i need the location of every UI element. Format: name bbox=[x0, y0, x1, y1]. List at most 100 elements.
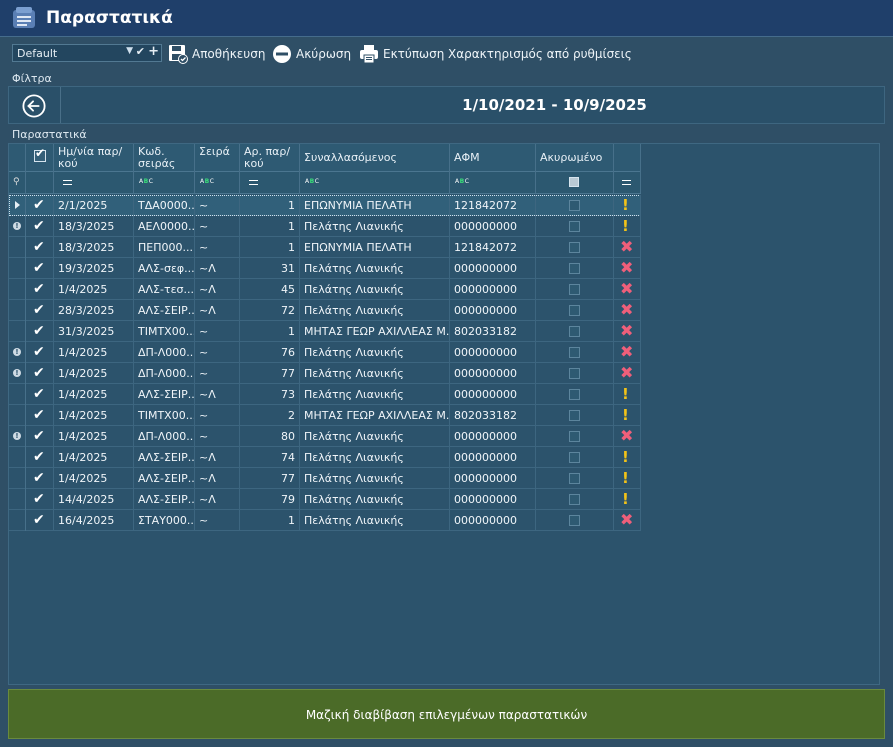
row-select-cell[interactable]: ✔ bbox=[26, 405, 54, 426]
table-row[interactable]: ✔ 1/4/2025 ΑΛΣ-ΣΕΙΡ... ~Λ 77 Πελάτης Λιανικής… bbox=[9, 468, 641, 489]
cancelled-checkbox[interactable] bbox=[569, 263, 580, 274]
settings-characterization-button[interactable]: Χαρακτηρισμός από ρυθμίσεις bbox=[448, 43, 632, 65]
cancelled-checkbox[interactable] bbox=[569, 410, 580, 421]
row-header[interactable]: ! bbox=[9, 216, 26, 237]
row-select-cell[interactable]: ✔ bbox=[26, 195, 54, 216]
row-select-cell[interactable]: ✔ bbox=[26, 258, 54, 279]
row-checkbox[interactable]: ✔ bbox=[33, 365, 45, 381]
cancelled-checkbox[interactable] bbox=[569, 431, 580, 442]
table-row[interactable]: ! ✔ 18/3/2025 ΑΕΛ0000... ~1 Πελάτης Λιανικής 0… bbox=[9, 216, 641, 237]
row-header[interactable]: ! bbox=[9, 342, 26, 363]
row-select-cell[interactable]: ✔ bbox=[26, 237, 54, 258]
select-all-checkbox[interactable]: ✔ bbox=[34, 147, 46, 162]
filter-series[interactable]: ABC bbox=[195, 172, 240, 193]
cancelled-checkbox[interactable] bbox=[569, 326, 580, 337]
row-header[interactable]: ! bbox=[9, 426, 26, 447]
checkmark-icon[interactable]: ✔ bbox=[136, 45, 145, 58]
row-select-cell[interactable]: ✔ bbox=[26, 300, 54, 321]
table-row[interactable]: ✔ 1/4/2025 ΑΛΣ-ΣΕΙΡ... ~Λ 74 Πελάτης Λιανικής… bbox=[9, 447, 641, 468]
table-row[interactable]: ✔ 28/3/2025 ΑΛΣ-ΣΕΙΡ... ~Λ 72 Πελάτης Λιανική… bbox=[9, 300, 641, 321]
row-checkbox[interactable]: ✔ bbox=[33, 281, 45, 297]
header-number[interactable]: Αρ. παρ/κού bbox=[240, 144, 300, 172]
row-header[interactable]: ! bbox=[9, 363, 26, 384]
table-row[interactable]: ✔ 18/3/2025 ΠΕΠ000... ~1 ΕΠΩΝΥΜΙΑ ΠΕΛΑΤΗ 1218… bbox=[9, 237, 641, 258]
table-row[interactable]: ✔ 19/3/2025 ΑΛΣ-σεφ... ~Λ 31 Πελάτης Λιανικής… bbox=[9, 258, 641, 279]
table-row[interactable]: ✔ 1/4/2025 ΑΛΣ-τεσ... ~Λ 45 Πελάτης Λιανικής 0… bbox=[9, 279, 641, 300]
row-checkbox[interactable]: ✔ bbox=[33, 218, 45, 234]
row-header[interactable] bbox=[9, 510, 26, 531]
row-header[interactable] bbox=[9, 321, 26, 342]
row-checkbox[interactable]: ✔ bbox=[33, 470, 45, 486]
table-row[interactable]: ! ✔ 1/4/2025 ΔΠ-Λ000... ~77 Πελάτης Λιανικής 0… bbox=[9, 363, 641, 384]
cancelled-checkbox[interactable] bbox=[569, 494, 580, 505]
row-header[interactable] bbox=[9, 468, 26, 489]
row-header[interactable] bbox=[9, 384, 26, 405]
row-checkbox[interactable]: ✔ bbox=[33, 428, 45, 444]
table-row[interactable]: ! ✔ 1/4/2025 ΔΠ-Λ000... ~80 Πελάτης Λιανικής 0… bbox=[9, 426, 641, 447]
pin-icon[interactable]: ⚲ bbox=[13, 177, 20, 187]
row-checkbox[interactable]: ✔ bbox=[33, 344, 45, 360]
row-checkbox[interactable]: ✔ bbox=[33, 197, 45, 213]
row-select-cell[interactable]: ✔ bbox=[26, 468, 54, 489]
table-row[interactable]: ✔ 31/3/2025 ΤΙΜΤΧ00... ~1 ΜΗΤΑΣ ΓΕΩΡ ΑΧΙΛΛΕΑ… bbox=[9, 321, 641, 342]
row-select-cell[interactable]: ✔ bbox=[26, 216, 54, 237]
row-select-cell[interactable]: ✔ bbox=[26, 321, 54, 342]
row-checkbox[interactable]: ✔ bbox=[33, 302, 45, 318]
save-button[interactable]: Αποθήκευση bbox=[168, 43, 265, 65]
row-header[interactable] bbox=[9, 489, 26, 510]
row-checkbox[interactable]: ✔ bbox=[33, 449, 45, 465]
filter-number[interactable] bbox=[240, 172, 300, 193]
back-button[interactable] bbox=[9, 87, 61, 123]
table-row[interactable]: ✔ 1/4/2025 ΑΛΣ-ΣΕΙΡ... ~Λ 73 Πελάτης Λιανικής… bbox=[9, 384, 641, 405]
row-header[interactable] bbox=[9, 195, 26, 216]
filter-cancelled[interactable] bbox=[536, 172, 614, 193]
layout-select[interactable]: Default ▼ ✔ + bbox=[12, 44, 162, 62]
header-date[interactable]: Ημ/νία παρ/κού bbox=[54, 144, 134, 172]
row-select-cell[interactable]: ✔ bbox=[26, 510, 54, 531]
row-header[interactable] bbox=[9, 405, 26, 426]
header-select-all[interactable]: ✔ bbox=[26, 144, 54, 172]
cancelled-checkbox[interactable] bbox=[569, 452, 580, 463]
row-select-cell[interactable]: ✔ bbox=[26, 426, 54, 447]
row-checkbox[interactable]: ✔ bbox=[33, 407, 45, 423]
row-header[interactable] bbox=[9, 258, 26, 279]
filter-date[interactable] bbox=[54, 172, 134, 193]
print-button[interactable]: Εκτύπωση bbox=[359, 43, 444, 65]
cancel-button[interactable]: Ακύρωση bbox=[272, 43, 351, 65]
row-select-cell[interactable]: ✔ bbox=[26, 384, 54, 405]
row-header[interactable] bbox=[9, 237, 26, 258]
row-checkbox[interactable]: ✔ bbox=[33, 260, 45, 276]
cancelled-checkbox[interactable] bbox=[569, 368, 580, 379]
table-row[interactable]: ✔ 14/4/2025 ΑΛΣ-ΣΕΙΡ... ~Λ 79 Πελάτης Λιανική… bbox=[9, 489, 641, 510]
header-series[interactable]: Σειρά bbox=[195, 144, 240, 172]
header-vat[interactable]: ΑΦΜ bbox=[450, 144, 536, 172]
plus-icon[interactable]: + bbox=[148, 44, 159, 59]
header-party[interactable]: Συναλλασόμενος bbox=[300, 144, 450, 172]
cancelled-checkbox[interactable] bbox=[569, 242, 580, 253]
filter-status[interactable] bbox=[614, 172, 641, 193]
row-header[interactable] bbox=[9, 279, 26, 300]
table-row[interactable]: ✔ 2/1/2025 ΤΔΑ0000... ~1 ΕΠΩΝΥΜΙΑ ΠΕΛΑΤΗ 1218… bbox=[9, 195, 641, 216]
table-row[interactable]: ! ✔ 1/4/2025 ΔΠ-Λ000... ~76 Πελάτης Λιανικής 0… bbox=[9, 342, 641, 363]
cancelled-checkbox[interactable] bbox=[569, 305, 580, 316]
row-checkbox[interactable]: ✔ bbox=[33, 386, 45, 402]
cancelled-checkbox[interactable] bbox=[569, 221, 580, 232]
row-header[interactable] bbox=[9, 447, 26, 468]
row-checkbox[interactable]: ✔ bbox=[33, 512, 45, 528]
filter-series-code[interactable]: ABC bbox=[134, 172, 195, 193]
header-cancelled[interactable]: Ακυρωμένο bbox=[536, 144, 614, 172]
row-checkbox[interactable]: ✔ bbox=[33, 323, 45, 339]
row-checkbox[interactable]: ✔ bbox=[33, 491, 45, 507]
cancelled-checkbox[interactable] bbox=[569, 473, 580, 484]
cancelled-checkbox[interactable] bbox=[569, 515, 580, 526]
chevron-down-icon[interactable]: ▼ bbox=[126, 46, 133, 56]
header-series-code[interactable]: Κωδ. σειράς bbox=[134, 144, 195, 172]
cancelled-checkbox[interactable] bbox=[569, 284, 580, 295]
table-row[interactable]: ✔ 1/4/2025 ΤΙΜΤΧ00... ~2 ΜΗΤΑΣ ΓΕΩΡ ΑΧΙΛΛΕΑΣ… bbox=[9, 405, 641, 426]
row-select-cell[interactable]: ✔ bbox=[26, 342, 54, 363]
cancelled-checkbox[interactable] bbox=[569, 200, 580, 211]
row-select-cell[interactable]: ✔ bbox=[26, 279, 54, 300]
table-row[interactable]: ✔ 16/4/2025 ΣΤΑΥ000... ~1 Πελάτης Λιανικής 00… bbox=[9, 510, 641, 531]
bulk-submit-button[interactable]: Μαζική διαβίβαση επιλεγμένων παραστατικώ… bbox=[8, 689, 885, 739]
row-header[interactable] bbox=[9, 300, 26, 321]
